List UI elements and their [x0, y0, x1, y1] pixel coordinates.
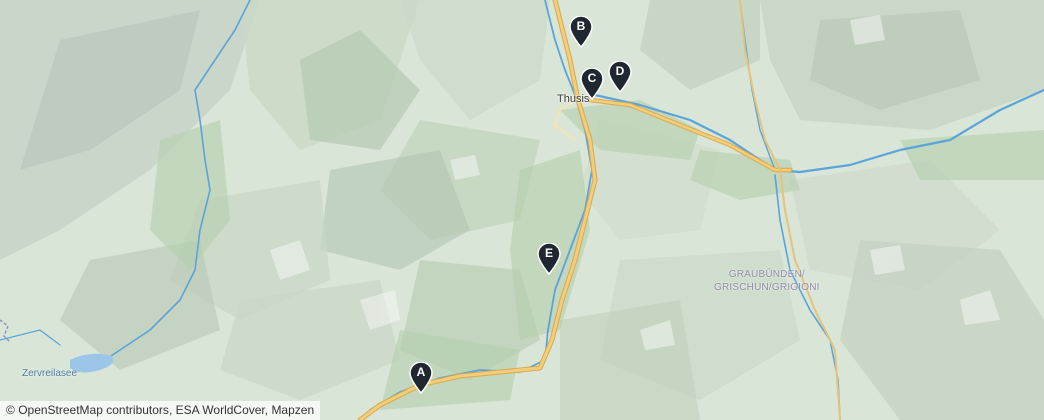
- marker-a[interactable]: A: [409, 362, 433, 394]
- copyright-symbol: ©: [6, 403, 15, 417]
- marker-e[interactable]: E: [537, 243, 561, 275]
- map-canvas[interactable]: Thusis Zervreilasee GRAUBÜNDEN/ GRISCHUN…: [0, 0, 1044, 420]
- marker-label: B: [576, 19, 586, 33]
- marker-label: C: [587, 71, 597, 85]
- marker-label: D: [615, 64, 625, 78]
- attribution-link-esa[interactable]: ESA WorldCover: [176, 403, 265, 417]
- region-label-line2: GRISCHUN/GRIGIONI: [714, 282, 820, 293]
- map-terrain: [0, 0, 1044, 420]
- marker-b[interactable]: B: [569, 16, 593, 48]
- marker-d[interactable]: D: [608, 61, 632, 93]
- attribution-link-osm[interactable]: OpenStreetMap contributors: [18, 403, 169, 417]
- attribution-separator: ,: [168, 403, 176, 417]
- marker-label: A: [416, 365, 426, 379]
- region-label-graubuenden: GRAUBÜNDEN/ GRISCHUN/GRIGIONI: [714, 268, 820, 294]
- marker-label: E: [544, 246, 553, 260]
- map-attribution: © OpenStreetMap contributors, ESA WorldC…: [0, 401, 321, 420]
- region-label-line1: GRAUBÜNDEN/: [728, 269, 805, 280]
- attribution-link-mapzen[interactable]: Mapzen: [271, 403, 314, 417]
- lake-label-zervreilasee: Zervreilasee: [22, 368, 78, 379]
- marker-c[interactable]: C: [580, 68, 604, 100]
